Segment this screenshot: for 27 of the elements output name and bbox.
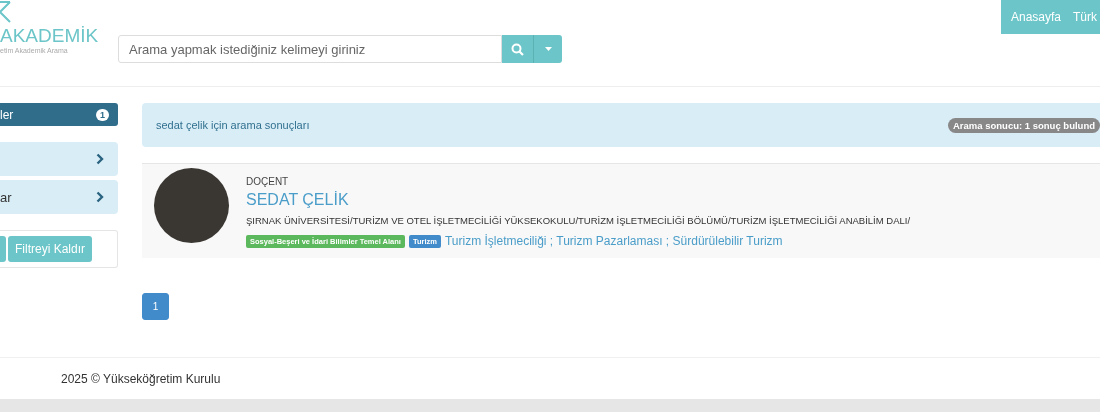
search-field[interactable]: Arama yapmak istediğiniz kelimeyi giriniz [118, 35, 502, 63]
keyword-links[interactable]: Turizm İşletmeciliği ; Turizm Pazarlaması ; Sürdürülebilir Turizm [444, 234, 783, 248]
dropdown-button[interactable] [534, 35, 562, 63]
result-count-badge: Arama sonucu: 1 sonuç bulund [948, 117, 1100, 133]
filter-button[interactable] [0, 236, 6, 262]
count-badge: 1 [96, 108, 109, 121]
sidebar-item[interactable] [0, 142, 118, 176]
sidebar-label: ar [0, 189, 12, 205]
chevron-right-icon [96, 191, 104, 203]
nav-link[interactable]: Türk [1073, 10, 1097, 24]
logo-title: AKADEMİK [0, 26, 100, 46]
search-query-text: sedat çelik için arama sonuçları [156, 119, 310, 131]
page-link[interactable]: 1 [142, 293, 169, 320]
academic-title: DOÇENT [246, 176, 290, 187]
caret-down-icon [544, 47, 552, 51]
sidebar-label: ler [0, 107, 14, 122]
search-icon [511, 42, 524, 56]
affiliation-text: ŞIRNAK ÜNİVERSİTESİ/TURİZM VE OTEL İŞLETMECİLİĞİ YÜKSEKOKULU/TURİZM İŞLETMECİLİĞİ BÖLÜMÜ/TURİZM İŞLETMECİLİĞİ ANABİLİM DALI/ [246, 215, 911, 226]
copyright-text: 2025 © Yükseköğretim Kurulu [61, 371, 221, 386]
sidebar-header[interactable]: ler 1 [0, 103, 118, 126]
sidebar-item[interactable]: ar [0, 180, 118, 214]
person-name-link[interactable]: SEDAT ÇELİK [246, 191, 911, 209]
search-button[interactable] [502, 35, 534, 63]
remove-filter-button[interactable]: Filtreyi Kaldır [8, 236, 92, 262]
chevron-right-icon [96, 153, 104, 165]
nav-link[interactable]: Anasayfa [1010, 10, 1061, 24]
logo-mark-icon [0, 0, 12, 24]
